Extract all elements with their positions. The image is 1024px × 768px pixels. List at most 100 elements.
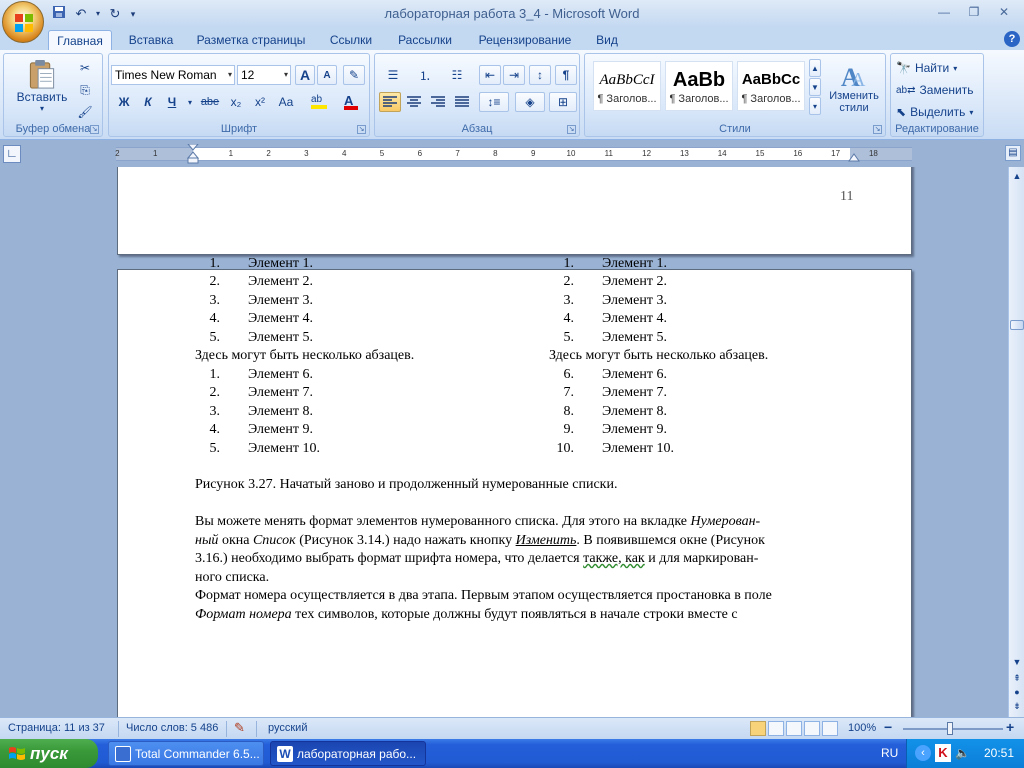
document-area[interactable]: 11 1. Элемент 1. 2. Элемент 2. 3. Элемент 3. 4… (0, 167, 1008, 717)
paragraph-launcher-icon[interactable]: ↘ (567, 125, 576, 134)
grow-font-button[interactable]: A (295, 65, 315, 85)
minimize-icon[interactable]: — (936, 4, 952, 20)
paste-button[interactable]: Вставить ▾ (10, 58, 74, 114)
find-button[interactable]: 🔭 Найти ▾ (895, 58, 981, 78)
change-case-button[interactable]: Aa (273, 92, 299, 112)
styles-scroll-down-icon[interactable]: ▼ (809, 78, 821, 96)
next-page-icon[interactable]: ⇟ (1010, 699, 1024, 713)
tab-view[interactable]: Вид (590, 30, 624, 50)
zoom-level[interactable]: 100% (848, 722, 876, 734)
cut-icon[interactable]: ✂ (76, 58, 94, 78)
line-spacing-icon[interactable]: ↕≡ (479, 92, 509, 112)
justify-icon[interactable] (451, 92, 473, 112)
window-title: лабораторная работа 3_4 - Microsoft Word (384, 6, 640, 21)
italic-button[interactable]: К (137, 92, 159, 112)
font-launcher-icon[interactable]: ↘ (357, 125, 366, 134)
scroll-thumb[interactable] (1010, 320, 1024, 330)
strikethrough-button[interactable]: abe (197, 92, 223, 112)
shrink-font-button[interactable]: A (317, 65, 337, 85)
replace-button[interactable]: ab⇄ Заменить (895, 80, 981, 100)
kaspersky-icon[interactable]: K (935, 744, 951, 762)
ruler-tick-label: 7 (455, 149, 460, 158)
full-screen-reading-icon[interactable] (768, 721, 784, 736)
page-count-status[interactable]: Страница: 11 из 37 (8, 722, 105, 734)
input-language[interactable]: RU (881, 746, 898, 760)
current-page[interactable]: 1. Элемент 1. 2. Элемент 2. 3. Элемент 3. 4. Эл… (117, 256, 912, 717)
style-item[interactable]: AaBb ¶ Заголов... (665, 61, 733, 111)
vertical-scrollbar[interactable]: ▲ ▼ ⇞ ● ⇟ (1008, 167, 1024, 717)
web-layout-icon[interactable] (786, 721, 802, 736)
indent-marker-icon[interactable] (187, 144, 199, 164)
decrease-indent-icon[interactable]: ⇤ (479, 65, 501, 85)
font-size-combo[interactable]: 12 ▾ (237, 65, 291, 85)
bullets-icon[interactable]: ☰ (379, 65, 407, 85)
copy-icon[interactable]: ⎘ (76, 80, 94, 100)
zoom-in-button[interactable]: + (1006, 719, 1014, 735)
restore-icon[interactable]: ❐ (966, 4, 982, 20)
font-color-icon[interactable]: A (337, 92, 365, 112)
tab-page-layout[interactable]: Разметка страницы (190, 30, 312, 50)
zoom-slider-track[interactable] (903, 728, 1003, 730)
align-center-icon[interactable] (403, 92, 425, 112)
horizontal-ruler[interactable]: 2 1 1 2 3 4 5 6 7 8 9 10 11 12 13 14 15 16 17 18 (115, 144, 912, 164)
start-label: пуск (30, 743, 68, 763)
tab-insert[interactable]: Вставка (122, 30, 180, 50)
volume-icon[interactable]: 🔈 (955, 746, 970, 760)
format-painter-icon[interactable]: 🖌 (76, 102, 94, 122)
tab-home[interactable]: Главная (48, 30, 112, 50)
list-item-number: 6. (563, 366, 575, 382)
view-ruler-icon[interactable]: ▤ (1005, 145, 1021, 161)
align-left-icon[interactable] (379, 92, 401, 112)
zoom-slider-thumb[interactable] (947, 722, 953, 735)
borders-icon[interactable]: ⊞ (549, 92, 577, 112)
between-paragraph-left: Здесь могут быть несколько абзацев. (195, 348, 415, 363)
underline-button[interactable]: Ч (161, 92, 183, 112)
close-icon[interactable]: ✕ (996, 4, 1012, 20)
font-name-combo[interactable]: Times New Roman ▾ (111, 65, 235, 85)
taskbar-item-total-commander[interactable]: Total Commander 6.5... (108, 741, 264, 766)
scroll-down-icon[interactable]: ▼ (1010, 655, 1024, 669)
highlight-icon[interactable]: ab (305, 92, 333, 112)
styles-scroll-up-icon[interactable]: ▲ (809, 59, 821, 77)
superscript-button[interactable]: x² (249, 92, 271, 112)
proofing-icon[interactable]: ✎ (234, 720, 245, 736)
word-count-status[interactable]: Число слов: 5 486 (126, 722, 218, 734)
styles-launcher-icon[interactable]: ↘ (873, 125, 882, 134)
multilevel-list-icon[interactable]: ☷ (443, 65, 471, 85)
tab-mailings[interactable]: Рассылки (390, 30, 460, 50)
sort-icon[interactable]: ↕ (529, 65, 551, 85)
underline-dropdown-icon[interactable]: ▾ (185, 92, 195, 112)
style-item[interactable]: AaBbCcI ¶ Заголов... (593, 61, 661, 111)
outline-view-icon[interactable] (804, 721, 820, 736)
change-styles-button[interactable]: A A Изменить стили (825, 59, 883, 117)
start-button[interactable]: пуск (0, 739, 98, 768)
paragraph-line: 3.16.) необходимо выбрать формат шрифта … (195, 550, 758, 569)
align-right-icon[interactable] (427, 92, 449, 112)
right-indent-marker-icon[interactable] (848, 152, 860, 162)
draft-view-icon[interactable] (822, 721, 838, 736)
scroll-up-icon[interactable]: ▲ (1010, 169, 1024, 183)
help-icon[interactable]: ? (1004, 31, 1020, 47)
style-item[interactable]: AaBbCc ¶ Заголов... (737, 61, 805, 111)
language-status[interactable]: русский (268, 722, 307, 734)
clipboard-launcher-icon[interactable]: ↘ (90, 125, 99, 134)
numbering-icon[interactable]: ⒈ (411, 65, 439, 85)
zoom-out-button[interactable]: − (884, 719, 892, 735)
bold-button[interactable]: Ж (113, 92, 135, 112)
taskbar-item-word[interactable]: W лабораторная рабо... (270, 741, 426, 766)
browse-object-icon[interactable]: ● (1010, 685, 1024, 699)
tray-arrow-icon[interactable]: ‹ (915, 745, 931, 761)
select-button[interactable]: ⬉ Выделить ▾ (895, 102, 981, 122)
shading-icon[interactable]: ◈ (515, 92, 545, 112)
clear-formatting-icon[interactable]: ✎ (343, 65, 365, 85)
office-button[interactable] (2, 1, 44, 43)
increase-indent-icon[interactable]: ⇥ (503, 65, 525, 85)
tab-stop-selector-icon[interactable]: ∟ (3, 145, 21, 163)
subscript-button[interactable]: x₂ (225, 92, 247, 112)
print-layout-icon[interactable] (750, 721, 766, 736)
show-marks-button[interactable]: ¶ (555, 65, 577, 85)
styles-more-icon[interactable]: ▾ (809, 97, 821, 115)
tab-review[interactable]: Рецензирование (470, 30, 580, 50)
tab-references[interactable]: Ссылки (322, 30, 380, 50)
previous-page-icon[interactable]: ⇞ (1010, 671, 1024, 685)
